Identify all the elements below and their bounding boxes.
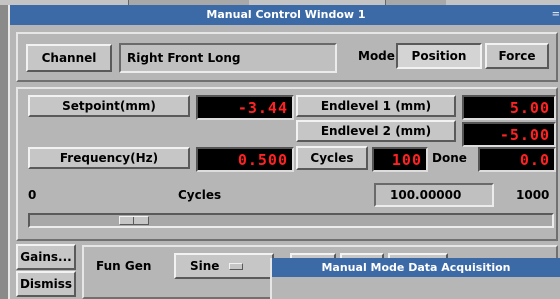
done-label: Done xyxy=(432,151,467,165)
manual-control-window: Manual Control Window 1 = Channel Right … xyxy=(8,5,560,299)
cycles-button[interactable]: Cycles xyxy=(296,146,368,170)
fun-gen-select[interactable]: Sine xyxy=(174,253,274,279)
data-acquisition-title-bar[interactable]: Manual Mode Data Acquisition xyxy=(272,258,560,277)
mode-label: Mode xyxy=(358,49,395,63)
slider-value-field: 100.00000 xyxy=(374,183,494,207)
slider-title: Cycles xyxy=(178,188,222,202)
setpoint-display: -3.44 xyxy=(196,95,294,120)
cycles-display: 100 xyxy=(372,147,428,172)
channel-button[interactable]: Channel xyxy=(26,44,112,72)
frequency-display: 0.500 xyxy=(196,147,294,172)
slider-min-label: 0 xyxy=(28,188,37,202)
fun-gen-label: Fun Gen xyxy=(96,259,152,273)
cycles-slider[interactable] xyxy=(28,213,554,228)
endlevel-2-display: -5.00 xyxy=(462,122,556,147)
channel-panel: Channel Right Front Long Mode Position F… xyxy=(16,32,558,82)
frequency-button[interactable]: Frequency(Hz) xyxy=(28,147,190,169)
slider-max-label: 1000 xyxy=(516,188,550,202)
data-acquisition-title: Manual Mode Data Acquisition xyxy=(321,261,511,274)
data-acquisition-window: Manual Mode Data Acquisition xyxy=(270,258,560,299)
mode-position-button[interactable]: Position xyxy=(396,43,482,69)
window-menu-icon[interactable]: = xyxy=(552,5,560,25)
title-bar[interactable]: Manual Control Window 1 = xyxy=(10,5,560,25)
endlevel-1-display: 5.00 xyxy=(462,95,556,120)
window-title: Manual Control Window 1 xyxy=(206,8,366,21)
dismiss-button[interactable]: Dismiss xyxy=(16,271,76,297)
option-menu-icon xyxy=(229,262,244,270)
channel-name-field: Right Front Long xyxy=(119,43,337,73)
setpoint-button[interactable]: Setpoint(mm) xyxy=(28,95,190,117)
gains-button[interactable]: Gains... xyxy=(16,244,76,270)
endlevel-1-button[interactable]: Endlevel 1 (mm) xyxy=(296,95,456,117)
cycles-slider-thumb[interactable] xyxy=(119,216,149,225)
fun-gen-value: Sine xyxy=(190,259,220,273)
mode-force-button[interactable]: Force xyxy=(485,43,549,69)
done-display: 0.0 xyxy=(478,147,556,172)
parameters-panel: Setpoint(mm) -3.44 Endlevel 1 (mm) 5.00 … xyxy=(16,87,558,241)
endlevel-2-button[interactable]: Endlevel 2 (mm) xyxy=(296,120,456,142)
